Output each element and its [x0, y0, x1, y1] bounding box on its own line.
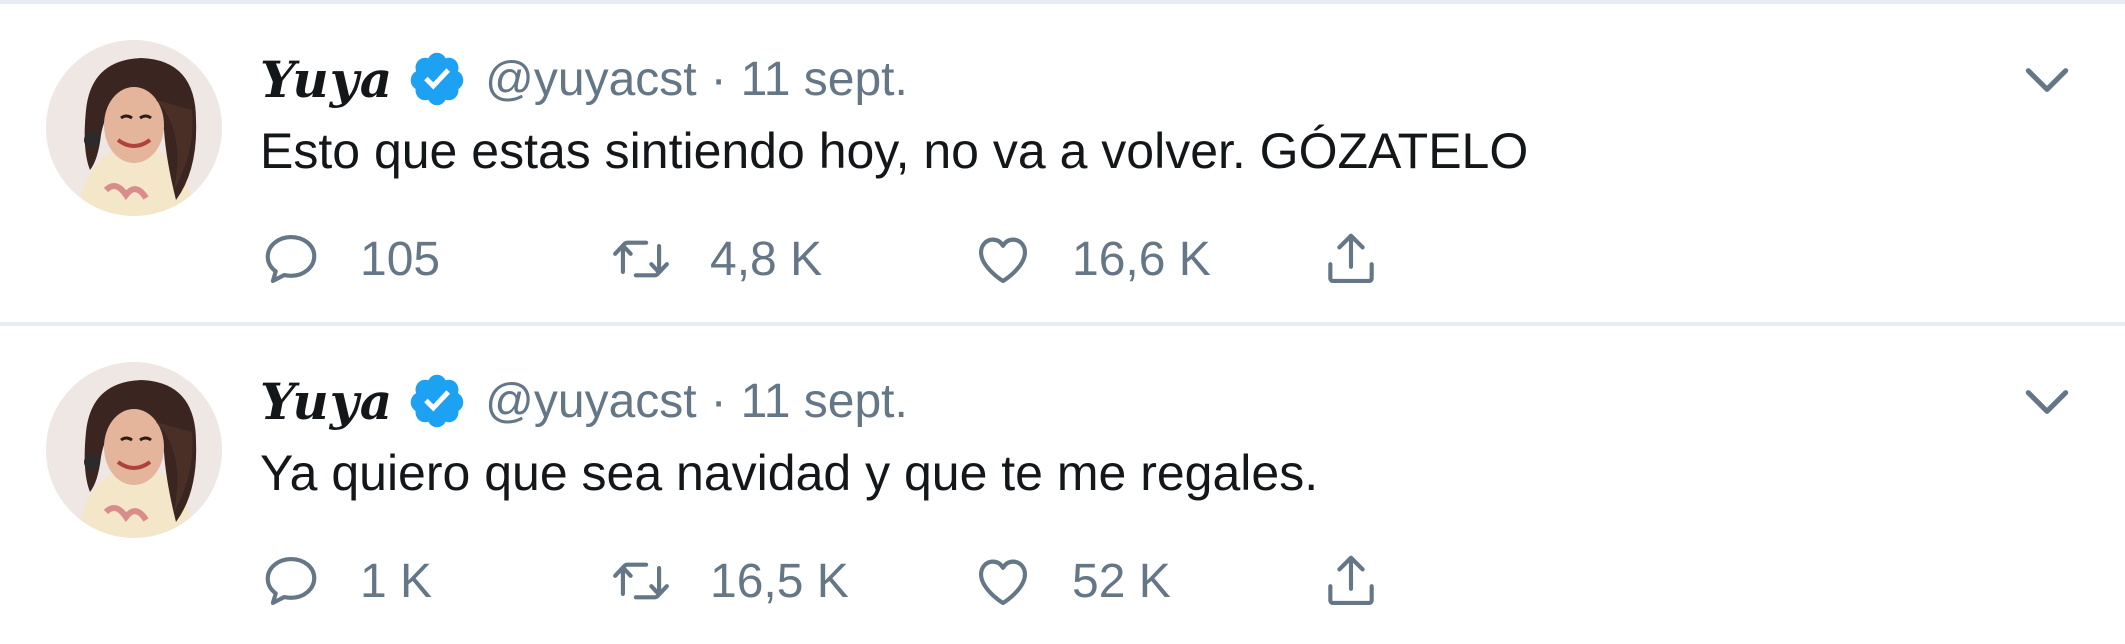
retweet-count: 16,5 K [710, 554, 849, 608]
like-button[interactable]: 52 K [972, 546, 1171, 616]
verified-badge-icon [407, 49, 467, 109]
avatar[interactable] [46, 362, 222, 538]
reply-button[interactable]: 105 [260, 224, 440, 294]
avatar[interactable] [46, 40, 222, 216]
display-name[interactable]: Yuya [260, 50, 393, 109]
retweet-button[interactable]: 4,8 K [610, 224, 822, 294]
tweet-actions: 1 K 16,5 K 52 K [260, 546, 1460, 616]
tweet-actions: 105 4,8 K 16,6 K [260, 224, 1460, 294]
chevron-down-icon[interactable] [2019, 374, 2075, 430]
retweet-icon [613, 240, 669, 278]
reply-count: 105 [360, 232, 441, 286]
like-count: 16,6 K [1072, 232, 1211, 286]
tweet-header: Yuya @yuyacst · 11 sept. [260, 44, 908, 114]
handle[interactable]: @yuyacst [485, 374, 696, 429]
reply-button[interactable]: 1 K [260, 546, 432, 616]
separator: · [710, 52, 727, 106]
tweet-text: Ya quiero que sea navidad y que te me re… [260, 445, 1319, 501]
display-name[interactable]: Yuya [260, 372, 393, 431]
reply-icon [265, 556, 317, 606]
tweet[interactable]: Yuya @yuyacst · 11 sept. Esto que estas … [0, 4, 2125, 322]
share-button[interactable] [1320, 546, 1382, 616]
reply-icon [265, 234, 317, 284]
heart-icon [978, 559, 1028, 606]
timestamp[interactable]: 11 sept. [741, 52, 908, 107]
share-button[interactable] [1320, 224, 1382, 294]
retweet-button[interactable]: 16,5 K [610, 546, 849, 616]
share-icon [1328, 233, 1374, 284]
retweet-icon [613, 562, 669, 600]
handle[interactable]: @yuyacst [485, 52, 696, 107]
timestamp[interactable]: 11 sept. [741, 374, 908, 429]
reply-count: 1 K [360, 554, 433, 608]
verified-badge-icon [407, 371, 467, 431]
tweet-header: Yuya @yuyacst · 11 sept. [260, 366, 908, 436]
heart-icon [978, 237, 1028, 284]
tweet[interactable]: Yuya @yuyacst · 11 sept. Ya quiero que s… [0, 326, 2125, 644]
like-button[interactable]: 16,6 K [972, 224, 1211, 294]
like-count: 52 K [1072, 554, 1171, 608]
tweet-text: Esto que estas sintiendo hoy, no va a vo… [260, 123, 1529, 179]
chevron-down-icon[interactable] [2019, 52, 2075, 108]
separator: · [710, 374, 727, 428]
retweet-count: 4,8 K [710, 232, 823, 286]
share-icon [1328, 555, 1374, 606]
